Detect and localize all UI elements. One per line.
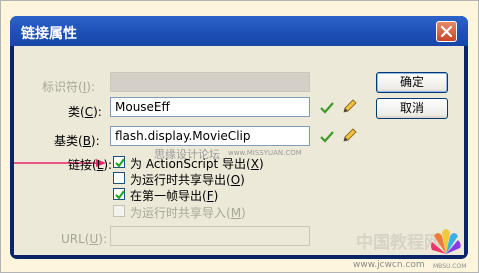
linkage-label: 链接(L): bbox=[68, 158, 113, 172]
pencil-icon[interactable] bbox=[342, 99, 357, 114]
checkmark-icon bbox=[115, 190, 125, 200]
checkmark-icon[interactable] bbox=[320, 131, 334, 143]
checkmark-icon bbox=[115, 158, 125, 168]
export-actionscript-checkbox[interactable] bbox=[113, 156, 125, 168]
class-input[interactable]: MouseEff bbox=[110, 97, 310, 117]
identifier-label: 标识符(I): bbox=[42, 80, 95, 94]
close-icon bbox=[440, 25, 453, 38]
title-bar[interactable]: 链接属性 bbox=[10, 16, 468, 46]
export-first-frame-label: 在第一帧导出(F) bbox=[130, 189, 219, 203]
import-runtime-sharing-checkbox bbox=[113, 205, 125, 217]
export-first-frame-checkbox[interactable] bbox=[113, 188, 125, 200]
export-runtime-sharing-checkbox[interactable] bbox=[113, 172, 125, 184]
import-runtime-sharing-label: 为运行时共享导入(M) bbox=[130, 206, 246, 220]
logo-flower-icon bbox=[431, 229, 461, 254]
export-actionscript-label: 为 ActionScript 导出(X) bbox=[130, 157, 264, 171]
pencil-icon[interactable] bbox=[342, 128, 357, 143]
dialog-title: 链接属性 bbox=[21, 26, 77, 42]
linkage-properties-dialog: 链接属性 标识符(I): 类(C): MouseEff 基类(B): flash… bbox=[10, 16, 468, 259]
url-input bbox=[110, 226, 310, 246]
screenshot-frame: 链接属性 标识符(I): 类(C): MouseEff 基类(B): flash… bbox=[0, 0, 479, 273]
cancel-button[interactable]: 取消 bbox=[376, 98, 448, 119]
dialog-body: 标识符(I): 类(C): MouseEff 基类(B): flash.disp… bbox=[14, 46, 464, 255]
site-watermark-url: www.jcwcn.com bbox=[353, 260, 425, 270]
ok-button[interactable]: 确定 bbox=[376, 72, 448, 93]
base-class-label: 基类(B): bbox=[54, 134, 100, 148]
site-watermark-small: MBSU.COM bbox=[433, 263, 467, 270]
close-button[interactable] bbox=[436, 21, 457, 42]
export-runtime-sharing-label: 为运行时共享导出(O) bbox=[130, 173, 245, 187]
class-label: 类(C): bbox=[68, 105, 102, 119]
checkmark-icon[interactable] bbox=[320, 102, 334, 114]
base-class-input[interactable]: flash.display.MovieClip bbox=[110, 126, 310, 146]
url-label: URL(U): bbox=[61, 232, 108, 246]
identifier-input bbox=[110, 72, 310, 92]
